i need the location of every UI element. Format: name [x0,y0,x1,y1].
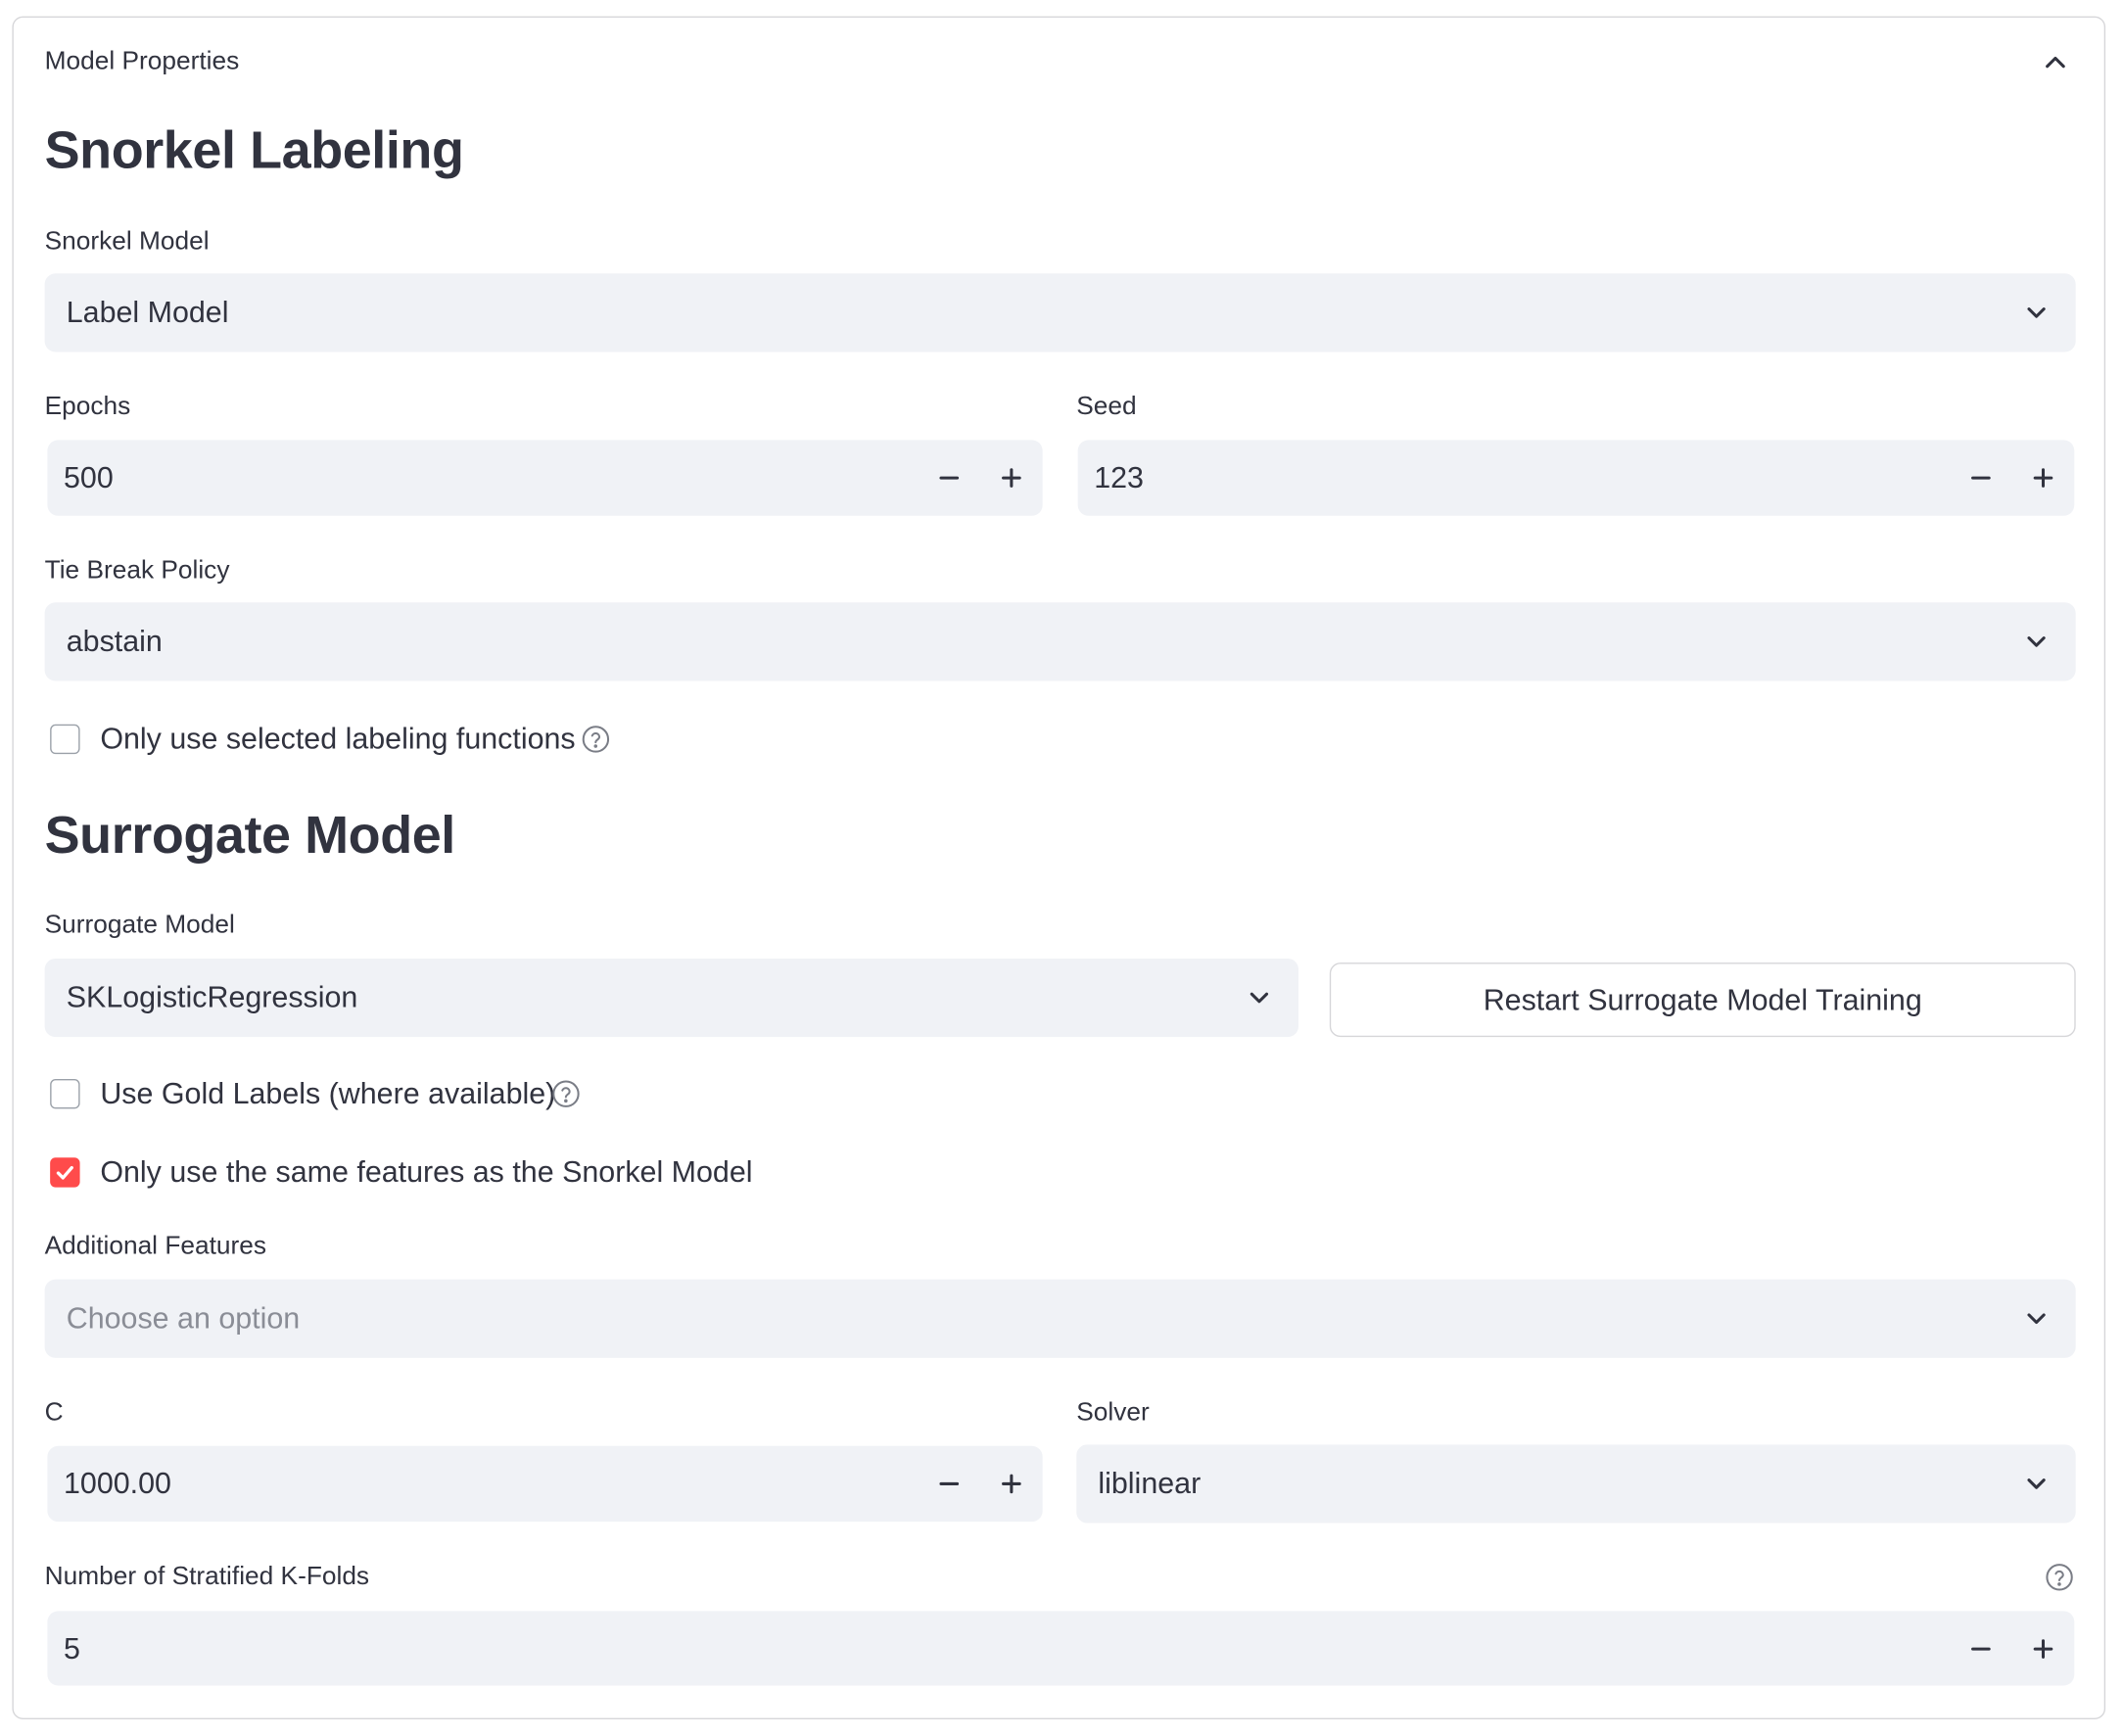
surrogate-model-value: SKLogisticRegression [66,980,358,1014]
same-features-checkbox[interactable] [50,1157,80,1188]
surrogate-model-heading: Surrogate Model [44,807,456,866]
additional-features-placeholder: Choose an option [66,1300,301,1336]
snorkel-labeling-heading: Snorkel Labeling [44,121,464,180]
plus-icon [1002,468,1021,488]
minus-icon [1971,1646,1991,1650]
chevron-down-icon [1250,992,1269,1004]
solver-select[interactable]: liblinear [1076,1444,2076,1524]
tie-break-value: abstain [66,624,163,658]
solver-label: Solver [1076,1398,1150,1428]
snorkel-model-select[interactable]: Label Model [44,273,2076,352]
restart-surrogate-training-button[interactable]: Restart Surrogate Model Training [1329,962,2076,1038]
epochs-increment-button[interactable] [988,455,1034,501]
chevron-up-icon[interactable] [2039,46,2071,78]
check-icon [56,1165,73,1180]
c-label: C [44,1398,64,1428]
solver-value: liblinear [1098,1466,1202,1501]
tie-break-select[interactable]: abstain [44,602,2076,681]
seed-number-input[interactable]: 123 [1077,440,2075,516]
chevron-down-icon [2027,307,2046,318]
surrogate-model-select[interactable]: SKLogisticRegression [44,958,1299,1038]
help-icon[interactable] [581,725,610,754]
epochs-number-input[interactable]: 500 [47,440,1043,516]
same-features-label[interactable]: Only use the same features as the Snorke… [100,1154,752,1190]
seed-label: Seed [1076,392,1137,422]
snorkel-model-value: Label Model [66,295,229,329]
seed-value[interactable]: 123 [1094,460,1144,495]
chevron-down-icon [2027,636,2046,647]
epochs-value[interactable]: 500 [64,460,114,495]
tie-break-label: Tie Break Policy [44,556,230,586]
seed-increment-button[interactable] [2020,455,2066,501]
minus-icon [1971,476,1991,480]
plus-icon [2033,468,2053,488]
additional-features-multiselect[interactable]: Choose an option [44,1279,2076,1358]
c-decrement-button[interactable] [926,1461,972,1507]
kfolds-value[interactable]: 5 [64,1630,80,1666]
epochs-decrement-button[interactable] [926,455,972,501]
minus-icon [939,476,960,480]
gold-labels-label[interactable]: Use Gold Labels (where available) [100,1076,555,1111]
help-icon[interactable] [2045,1563,2074,1592]
epochs-label: Epochs [44,392,131,422]
chevron-down-icon [2027,1478,2046,1489]
kfolds-increment-button[interactable] [2020,1625,2066,1671]
only-selected-lf-label[interactable]: Only use selected labeling functions [100,722,575,757]
plus-icon [1002,1474,1021,1494]
chevron-down-icon [2027,1313,2046,1325]
additional-features-label: Additional Features [44,1232,267,1261]
surrogate-model-label: Surrogate Model [44,911,235,940]
gold-labels-checkbox[interactable] [50,1079,80,1109]
plus-icon [2033,1638,2053,1659]
snorkel-model-label: Snorkel Model [44,227,210,257]
kfolds-label: Number of Stratified K-Folds [44,1562,370,1591]
expander-title[interactable]: Model Properties [45,47,240,76]
c-value[interactable]: 1000.00 [64,1466,171,1501]
c-increment-button[interactable] [988,1461,1034,1507]
only-selected-lf-checkbox[interactable] [50,724,80,755]
help-icon[interactable] [551,1079,581,1108]
kfolds-decrement-button[interactable] [1958,1625,2004,1671]
minus-icon [939,1481,960,1485]
kfolds-number-input[interactable]: 5 [47,1611,2075,1686]
c-number-input[interactable]: 1000.00 [47,1445,1043,1523]
seed-decrement-button[interactable] [1958,455,2004,501]
